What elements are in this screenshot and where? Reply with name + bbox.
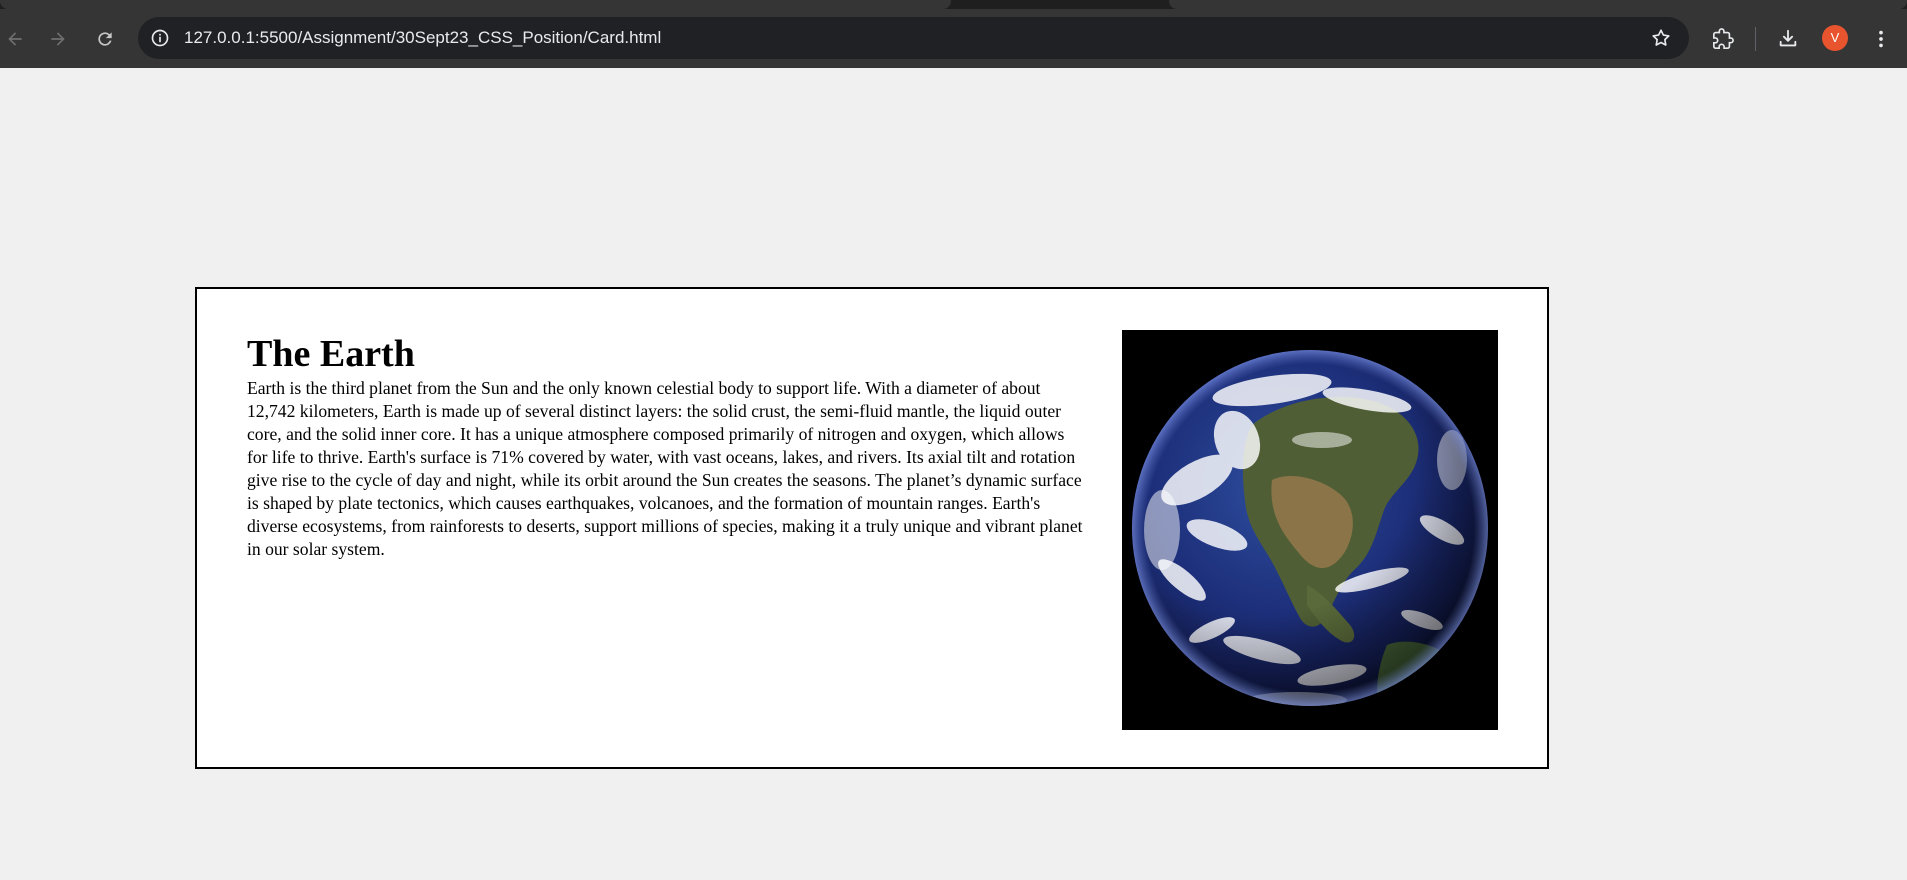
url-text[interactable]: 127.0.0.1:5500/Assignment/30Sept23_CSS_P… [184, 17, 661, 59]
arrow-right-icon [51, 32, 65, 46]
earth-card: The Earth Earth is the third planet from… [195, 287, 1549, 769]
earth-globe-illustration [1122, 330, 1498, 730]
back-button[interactable] [2, 26, 28, 52]
star-icon[interactable] [1650, 27, 1672, 49]
toolbar-separator [1755, 27, 1756, 51]
tab-strip [0, 0, 1907, 9]
page-viewport: The Earth Earth is the third planet from… [0, 68, 1907, 880]
browser-toolbar: 127.0.0.1:5500/Assignment/30Sept23_CSS_P… [0, 9, 1907, 68]
card-description: Earth is the third planet from the Sun a… [247, 378, 1083, 559]
arrow-left-icon [8, 32, 22, 46]
info-icon[interactable] [150, 28, 170, 48]
reload-icon [98, 32, 112, 46]
address-bar[interactable]: 127.0.0.1:5500/Assignment/30Sept23_CSS_P… [138, 17, 1689, 59]
puzzle-icon [1713, 28, 1734, 49]
downloads-button[interactable] [1775, 26, 1801, 52]
tab[interactable] [1169, 0, 1907, 9]
card-title: The Earth [247, 333, 415, 375]
download-icon [1779, 29, 1797, 47]
profile-avatar[interactable]: V [1822, 25, 1848, 51]
earth-globe-image [1122, 330, 1498, 730]
three-dots-vertical-icon [1879, 30, 1883, 48]
forward-button[interactable] [45, 26, 71, 52]
extensions-button[interactable] [1710, 26, 1736, 52]
reload-button[interactable] [92, 26, 118, 52]
browser-menu-button[interactable] [1868, 26, 1894, 52]
tab[interactable] [0, 0, 951, 9]
